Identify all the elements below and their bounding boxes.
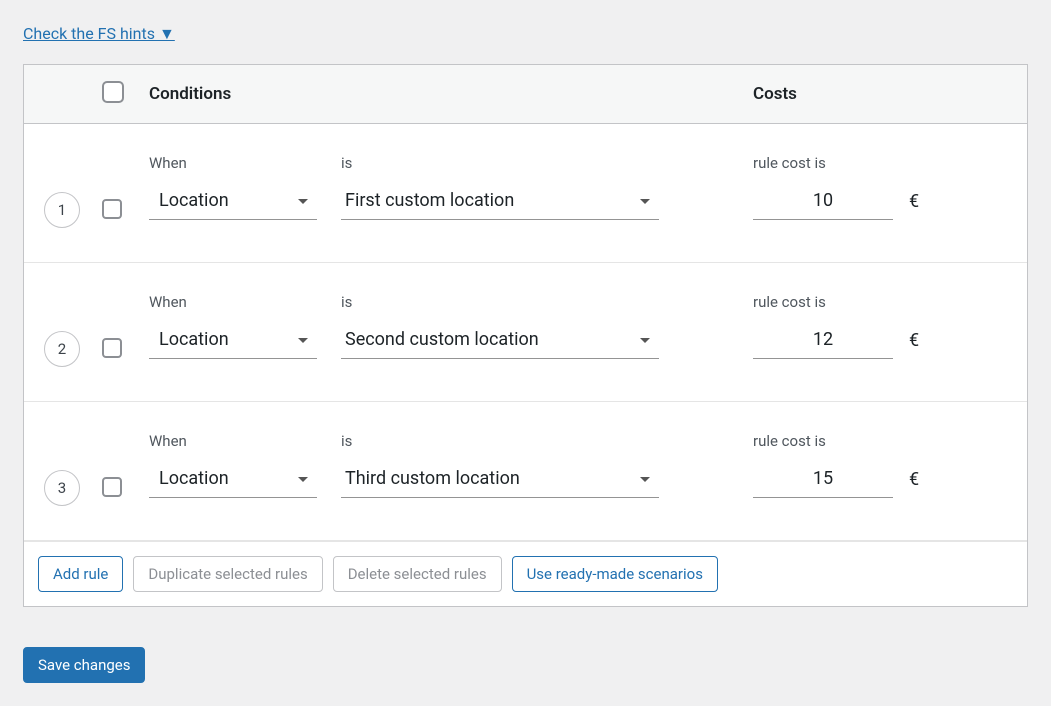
is-select[interactable]: Third custom location (341, 462, 659, 498)
is-label: is (341, 432, 659, 450)
rule-cost-label: rule cost is (753, 154, 893, 172)
rule-row-checkbox[interactable] (102, 477, 122, 497)
delete-rules-button[interactable]: Delete selected rules (333, 556, 502, 592)
is-select-value: Second custom location (345, 329, 539, 350)
chevron-down-icon (639, 476, 651, 484)
rules-table: Conditions Costs 1 When Location (23, 64, 1028, 607)
chevron-down-icon (297, 476, 309, 484)
rule-row: 1 When Location is (24, 124, 1027, 263)
currency-symbol: € (909, 330, 919, 359)
rule-row: 3 When Location is (24, 402, 1027, 541)
currency-symbol: € (909, 191, 919, 220)
rule-cost-label: rule cost is (753, 293, 893, 311)
when-select[interactable]: Location (149, 323, 317, 359)
rule-row-checkbox[interactable] (102, 338, 122, 358)
rule-row: 2 When Location is (24, 263, 1027, 402)
column-header-conditions: Conditions (149, 84, 747, 104)
is-select[interactable]: First custom location (341, 184, 659, 220)
rule-cost-input[interactable] (753, 184, 893, 220)
currency-symbol: € (909, 469, 919, 498)
column-header-costs: Costs (747, 84, 1007, 104)
is-select-value: Third custom location (345, 468, 520, 489)
when-select-value: Location (159, 329, 229, 350)
save-changes-button[interactable]: Save changes (23, 647, 145, 683)
is-select-value: First custom location (345, 190, 514, 211)
chevron-down-icon (639, 337, 651, 345)
rule-cost-input[interactable] (753, 462, 893, 498)
rule-row-checkbox[interactable] (102, 199, 122, 219)
add-rule-button[interactable]: Add rule (38, 556, 123, 592)
table-header-row: Conditions Costs (24, 65, 1027, 124)
rule-number-badge: 2 (44, 331, 80, 367)
select-all-checkbox[interactable] (102, 81, 124, 103)
rule-cost-label: rule cost is (753, 432, 893, 450)
rule-number-badge: 3 (44, 470, 80, 506)
duplicate-rules-button[interactable]: Duplicate selected rules (133, 556, 322, 592)
chevron-down-icon (297, 337, 309, 345)
when-label: When (149, 293, 317, 311)
when-select-value: Location (159, 190, 229, 211)
when-select[interactable]: Location (149, 462, 317, 498)
when-select[interactable]: Location (149, 184, 317, 220)
chevron-down-icon (297, 198, 309, 206)
is-select[interactable]: Second custom location (341, 323, 659, 359)
rule-number-badge: 1 (44, 192, 80, 228)
when-select-value: Location (159, 468, 229, 489)
is-label: is (341, 154, 659, 172)
when-label: When (149, 432, 317, 450)
chevron-down-icon (639, 198, 651, 206)
is-label: is (341, 293, 659, 311)
rule-cost-input[interactable] (753, 323, 893, 359)
table-actions: Add rule Duplicate selected rules Delete… (24, 541, 1027, 606)
fs-hints-link[interactable]: Check the FS hints ▼ (23, 24, 175, 44)
ready-made-scenarios-button[interactable]: Use ready-made scenarios (512, 556, 718, 592)
when-label: When (149, 154, 317, 172)
